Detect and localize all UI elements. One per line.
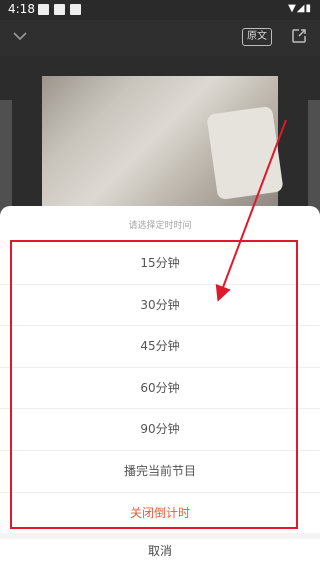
sheet-title: 请选择定时时间 [128,221,192,231]
timer-option-60min[interactable]: 60分钟 [0,368,320,410]
square-notification-icon [70,4,81,15]
turn-off-timer-option[interactable]: 关闭倒计时 [0,493,320,535]
timer-bottom-sheet: 请选择定时时间 15分钟 30分钟 45分钟 60分钟 90分钟 播完当前节目 … [0,206,320,568]
timer-option-45min[interactable]: 45分钟 [0,326,320,368]
a-notification-icon [54,4,65,15]
original-text-button[interactable]: 原文 [242,28,272,46]
timer-option-30min[interactable]: 30分钟 [0,285,320,327]
timer-options-list: 15分钟 30分钟 45分钟 60分钟 90分钟 播完当前节目 关闭倒计时 [0,243,320,534]
top-bar: 原文 [0,20,320,56]
cover-image [42,76,284,226]
cover-pillow-shape [206,105,284,201]
timer-option-end-of-program[interactable]: 播完当前节目 [0,451,320,493]
cancel-button[interactable]: 取消 [0,539,320,568]
background-content [0,56,320,230]
share-icon[interactable] [290,27,308,45]
timer-option-90min[interactable]: 90分钟 [0,409,320,451]
status-right-icons: ▼◢▮ [288,3,312,14]
status-time: 4:18 [8,2,35,16]
chevron-down-icon[interactable] [12,28,28,44]
status-bar: 4:18 ▼◢▮ [0,0,320,20]
timer-option-15min[interactable]: 15分钟 [0,243,320,285]
image-notification-icon [38,4,49,15]
